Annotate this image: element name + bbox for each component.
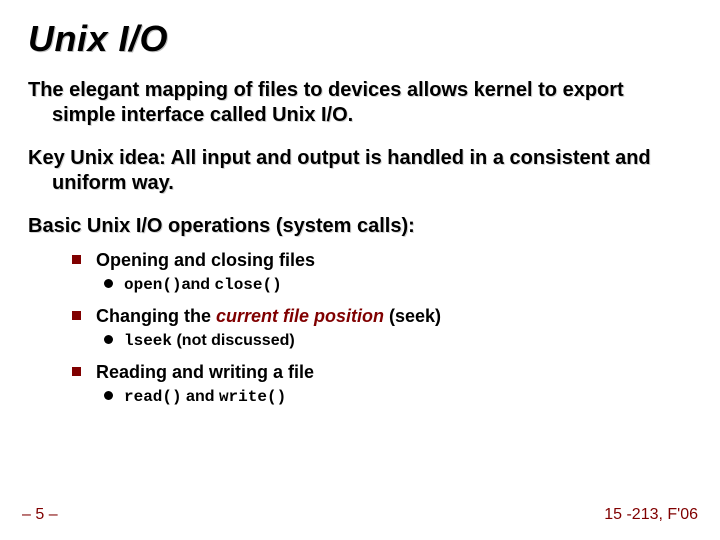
op-seek-pre: Changing the xyxy=(96,306,216,326)
op-open-close-sub: open()and close() xyxy=(104,274,692,297)
text-not-discussed: (not discussed) xyxy=(172,332,295,349)
slide-number: – 5 – xyxy=(22,506,58,524)
slide-title: Unix I/O xyxy=(28,18,692,60)
slide: Unix I/O The elegant mapping of files to… xyxy=(0,0,720,540)
intro-paragraph-2: Key Unix idea: All input and output is h… xyxy=(28,146,692,196)
intro-paragraph-3: Basic Unix I/O operations (system calls)… xyxy=(28,214,692,239)
op-seek-em: current file position xyxy=(216,306,384,326)
op-seek-post: (seek) xyxy=(384,306,441,326)
course-code: 15 -213, F'06 xyxy=(604,506,698,524)
code-open: open() xyxy=(124,276,182,294)
op-read-write-detail: read() and write() xyxy=(104,386,692,409)
operations-list: Opening and closing files open()and clos… xyxy=(72,249,692,409)
text-and-2: and xyxy=(182,388,219,405)
text-and-1: and xyxy=(182,276,215,293)
op-seek-detail: lseek (not discussed) xyxy=(104,330,692,353)
code-close: close() xyxy=(215,276,282,294)
op-read-write-sub: read() and write() xyxy=(104,386,692,409)
op-seek: Changing the current file position (seek… xyxy=(72,305,692,353)
op-open-close-label: Opening and closing files xyxy=(96,250,315,270)
op-seek-sub: lseek (not discussed) xyxy=(104,330,692,353)
op-open-close-detail: open()and close() xyxy=(104,274,692,297)
code-lseek: lseek xyxy=(124,332,172,350)
op-read-write-label: Reading and writing a file xyxy=(96,362,314,382)
code-read: read() xyxy=(124,388,182,406)
code-write: write() xyxy=(219,388,286,406)
op-open-close: Opening and closing files open()and clos… xyxy=(72,249,692,297)
intro-paragraph-1: The elegant mapping of files to devices … xyxy=(28,78,692,128)
op-read-write: Reading and writing a file read() and wr… xyxy=(72,361,692,409)
